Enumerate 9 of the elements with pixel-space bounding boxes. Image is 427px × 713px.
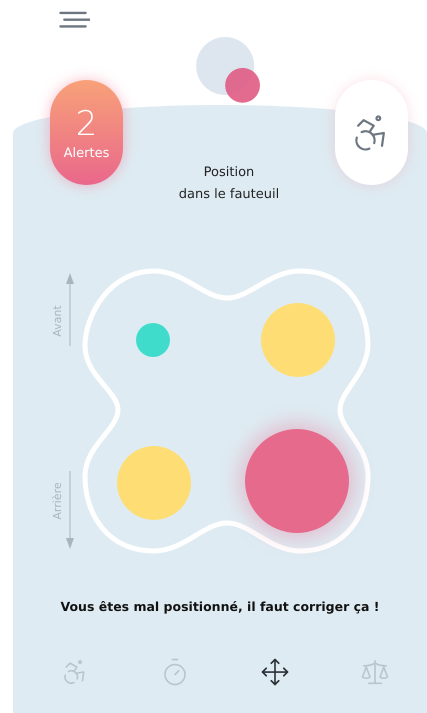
alert-label: Alertes <box>64 146 110 161</box>
alerts-badge[interactable]: 2 Alertes <box>50 80 123 185</box>
move-icon <box>260 657 290 687</box>
alert-count: 2 <box>76 104 98 144</box>
scale-icon <box>360 657 390 687</box>
menu-icon[interactable] <box>58 10 90 30</box>
status-message: Vous êtes mal positionné, il faut corriger ça ! <box>59 599 381 614</box>
section-title: dans le fauteuil <box>178 186 280 204</box>
section-title: Position <box>204 164 254 182</box>
